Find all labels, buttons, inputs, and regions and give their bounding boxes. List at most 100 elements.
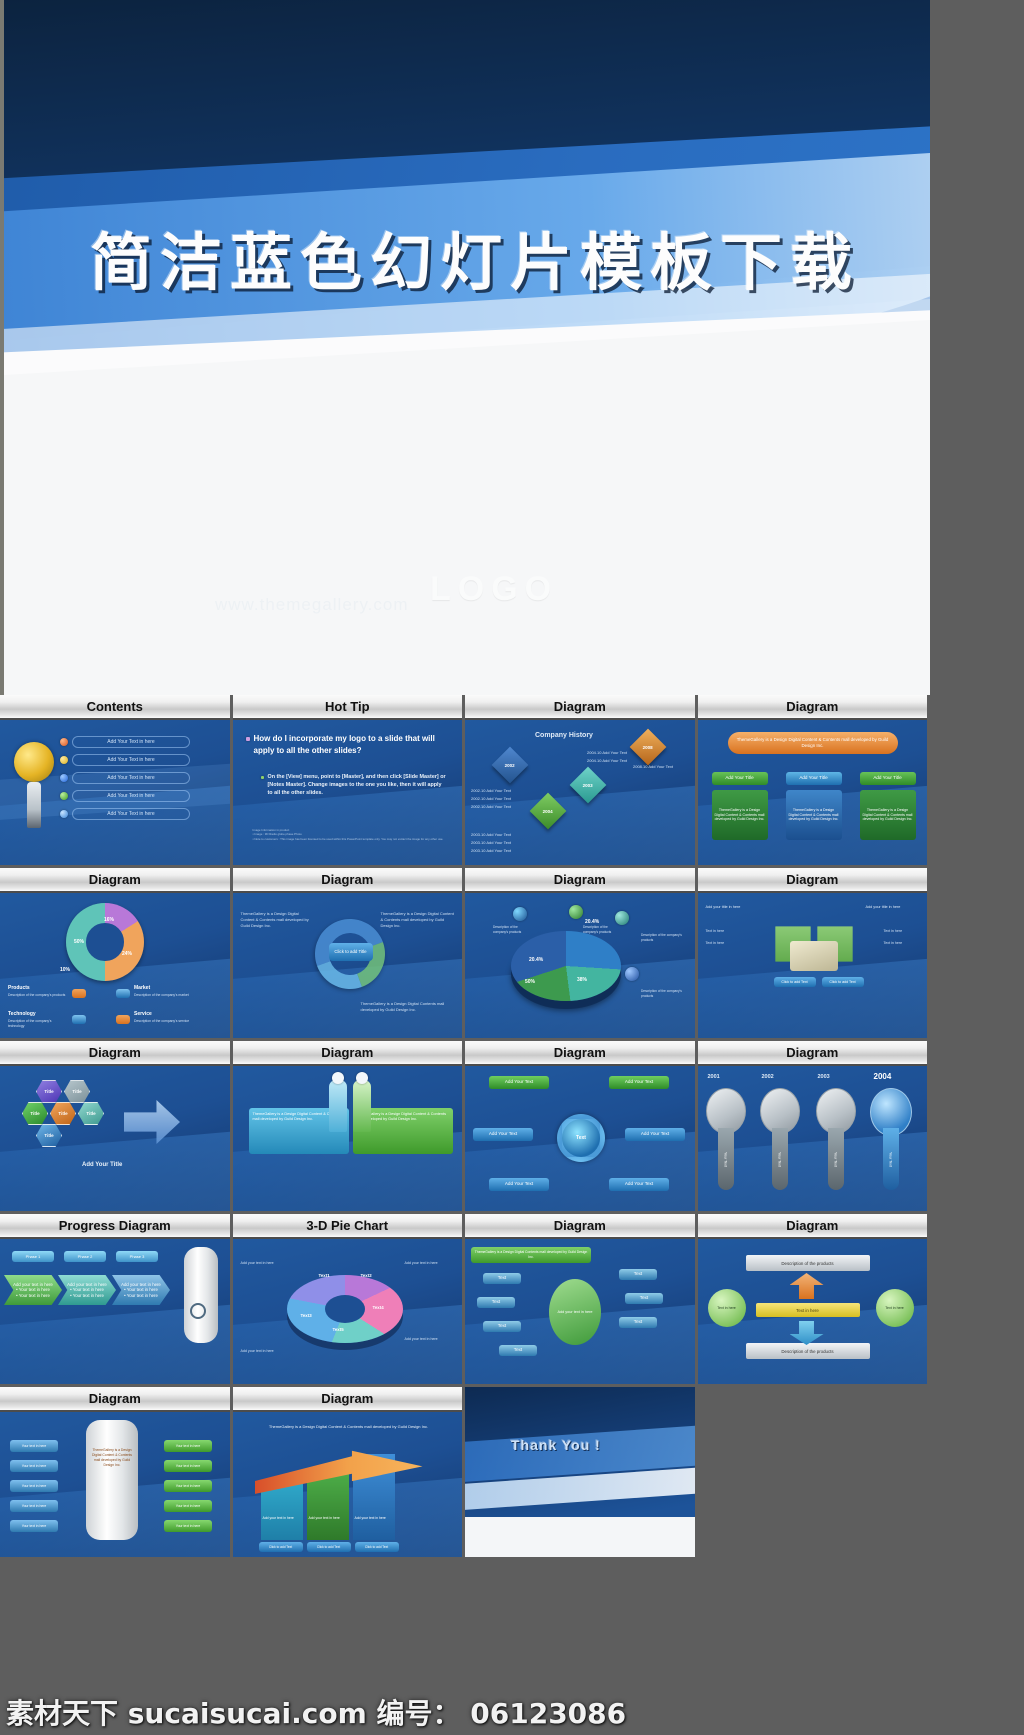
hex-cell[interactable]: Title bbox=[22, 1102, 48, 1125]
grid-row: Progress Diagram Phase 1 Phase 2 Phase 3… bbox=[0, 1214, 930, 1387]
pillar-right-item[interactable]: Your text in here bbox=[164, 1520, 212, 1532]
slide-thumb-hex[interactable]: Title Title Title Title Title Title Add … bbox=[0, 1066, 230, 1211]
pillar-left-item[interactable]: Your text in here bbox=[10, 1440, 58, 1452]
donut-value: 50% bbox=[74, 939, 85, 945]
phase-tab[interactable]: Phase 3 bbox=[116, 1251, 158, 1262]
legend-desc: Description of the company's products bbox=[8, 993, 66, 997]
slide-cell-pillar[interactable]: Diagram ThemeGallery is a Design Digital… bbox=[0, 1387, 233, 1560]
arrow-button[interactable]: Click to add Text bbox=[821, 977, 864, 987]
slide-thumb-thank-you[interactable]: Thank You ! bbox=[465, 1387, 695, 1557]
tree-leaf[interactable]: Text bbox=[625, 1293, 663, 1304]
slide-thumb-arrows4[interactable]: Add your title in here Add your title in… bbox=[697, 893, 927, 1038]
hex-cell[interactable]: Title bbox=[78, 1102, 104, 1125]
tree-leaf[interactable]: Text bbox=[483, 1321, 521, 1332]
phase-tab[interactable]: Phase 1 bbox=[12, 1251, 54, 1262]
slide-cell-progress[interactable]: Progress Diagram Phase 1 Phase 2 Phase 3… bbox=[0, 1214, 233, 1387]
slide-thumb-timeline[interactable]: 2001 2002 2003 2004 Your Text Your Text bbox=[697, 1066, 927, 1211]
slide-cell-cycle[interactable]: Diagram ThemeGallery is a Design Digital… bbox=[232, 868, 465, 1041]
slide-thumb-orgchart[interactable]: ThemeGallery is a Design Digital Content… bbox=[697, 720, 927, 865]
pillar-right-item[interactable]: Your text in here bbox=[164, 1460, 212, 1472]
tree-leaf[interactable]: Text bbox=[619, 1269, 657, 1280]
tree-leaf[interactable]: Text bbox=[477, 1297, 515, 1308]
list-item[interactable]: Add Your Text in here bbox=[72, 772, 190, 784]
slide-cell-opposing[interactable]: Diagram Description of the products Desc… bbox=[697, 1214, 930, 1387]
pie-note: Add your text in here bbox=[240, 1261, 274, 1265]
list-item[interactable]: Add Your Text in here bbox=[72, 808, 190, 820]
org-body: ThemeGallery is a Design Digital Content… bbox=[711, 790, 768, 840]
cycle-center-button[interactable]: Click to add Title bbox=[328, 943, 373, 961]
opposing-bar[interactable]: Description of the products bbox=[745, 1255, 870, 1271]
slide-thumb-company-history[interactable]: Company History 2002 2003 2004 2008 2002… bbox=[465, 720, 695, 865]
slide-thumb-twopanel[interactable]: ThemeGallery is a Design Digital Content… bbox=[232, 1066, 462, 1211]
slide-cell-tree[interactable]: Diagram ThemeGallery is a Design Digital… bbox=[465, 1214, 698, 1387]
hub-box[interactable]: Add Your Text bbox=[625, 1128, 685, 1141]
slide-cell-company-history[interactable]: Diagram Company History 2002 2003 2004 2… bbox=[465, 695, 698, 868]
growth-button[interactable]: Click to add Text bbox=[258, 1542, 303, 1552]
tree-leaf[interactable]: Text bbox=[619, 1317, 657, 1328]
growth-button[interactable]: Click to add Text bbox=[306, 1542, 351, 1552]
hex-cell[interactable]: Title bbox=[36, 1124, 62, 1147]
list-item[interactable]: Add Your Text in here bbox=[72, 754, 190, 766]
slide-cell-donut[interactable]: Diagram 50% 24% 16% 10% Products Descrip… bbox=[0, 868, 233, 1041]
slide-thumb-pillar[interactable]: ThemeGallery is a Design Digital Content… bbox=[0, 1412, 230, 1557]
slide-cell-twopanel[interactable]: Diagram ThemeGallery is a Design Digital… bbox=[232, 1041, 465, 1214]
org-title[interactable]: Add Your Title bbox=[785, 772, 842, 785]
tree-leaf[interactable]: Text bbox=[483, 1273, 521, 1284]
hub-box[interactable]: Add Your Text bbox=[473, 1128, 533, 1141]
slide-cell-arrows4[interactable]: Diagram Add your title in here Add your … bbox=[697, 868, 930, 1041]
opposing-circle[interactable]: Text in here bbox=[707, 1289, 746, 1327]
slide-thumb-hub[interactable]: Add Your Text Add Your Text Add Your Tex… bbox=[465, 1066, 695, 1211]
slide-cell-hot-tip[interactable]: Hot Tip How do I incorporate my logo to … bbox=[232, 695, 465, 868]
slide-thumb-tree[interactable]: ThemeGallery is a Design Digital Content… bbox=[465, 1239, 695, 1384]
slide-cell-timeline[interactable]: Diagram 2001 2002 2003 2004 Your Text Yo… bbox=[697, 1041, 930, 1214]
slide-cell-hub[interactable]: Diagram Add Your Text Add Your Text Add … bbox=[465, 1041, 698, 1214]
arrow-button[interactable]: Click to add Text bbox=[773, 977, 816, 987]
hex-cell[interactable]: Title bbox=[50, 1102, 76, 1125]
slide-thumb-hot-tip[interactable]: How do I incorporate my logo to a slide … bbox=[232, 720, 462, 865]
org-title[interactable]: Add Your Title bbox=[711, 772, 768, 785]
hex-cell[interactable]: Title bbox=[36, 1080, 62, 1103]
slide-thumb-pie3d[interactable]: 50% 20.4% 20.4% 38% Description of the c… bbox=[465, 893, 695, 1038]
slide-cell-3d-pie-chart[interactable]: 3-D Pie Chart Text1 Text2 Text3 Text4 Te… bbox=[232, 1214, 465, 1387]
pillar-left-item[interactable]: Your text in here bbox=[10, 1520, 58, 1532]
growth-button[interactable]: Click to add Text bbox=[354, 1542, 399, 1552]
tree-leaf[interactable]: Text bbox=[499, 1345, 537, 1356]
hub-box[interactable]: Add Your Text bbox=[609, 1178, 669, 1191]
slide-cell-growth[interactable]: Diagram ThemeGallery is a Design Digital… bbox=[232, 1387, 465, 1560]
slide-cell-hex[interactable]: Diagram Title Title Title Title Title Ti… bbox=[0, 1041, 233, 1214]
hub-box[interactable]: Add Your Text bbox=[489, 1076, 549, 1089]
slide-cell-pie3d[interactable]: Diagram 50% 20.4% 20.4% 38% Description … bbox=[465, 868, 698, 1041]
hub-box[interactable]: Add Your Text bbox=[609, 1076, 669, 1089]
side-text: Text in here bbox=[705, 929, 725, 933]
slide-thumb-cycle[interactable]: ThemeGallery is a Design Digital Content… bbox=[232, 893, 462, 1038]
opposing-circle[interactable]: Text in here bbox=[875, 1289, 914, 1327]
pillar-left-item[interactable]: Your text in here bbox=[10, 1460, 58, 1472]
tree-top-box[interactable]: ThemeGallery is a Design Digital Content… bbox=[471, 1247, 591, 1263]
list-item[interactable]: Add Your Text in here bbox=[72, 736, 190, 748]
org-top-box[interactable]: ThemeGallery is a Design Digital Content… bbox=[727, 732, 898, 754]
slide-thumb-opposing[interactable]: Description of the products Description … bbox=[697, 1239, 927, 1384]
slide-cell-thank-you[interactable]: Thank You ! bbox=[465, 1387, 698, 1560]
list-item[interactable]: Add Your Text in here bbox=[72, 790, 190, 802]
arrow-label: Add your title in here bbox=[705, 905, 741, 909]
slide-thumb-3d-pie-chart[interactable]: Text1 Text2 Text3 Text4 Text5 Add your t… bbox=[232, 1239, 462, 1384]
slide-cell-contents[interactable]: Contents Add Your Text in here Add Your … bbox=[0, 695, 233, 868]
pillar-left-item[interactable]: Your text in here bbox=[10, 1500, 58, 1512]
phase-tab[interactable]: Phase 2 bbox=[64, 1251, 106, 1262]
opposing-bar[interactable]: Description of the products bbox=[745, 1343, 870, 1359]
hex-cell[interactable]: Title bbox=[64, 1080, 90, 1103]
hub-box[interactable]: Add Your Text bbox=[489, 1178, 549, 1191]
org-title[interactable]: Add Your Title bbox=[859, 772, 916, 785]
pillar-right-item[interactable]: Your text in here bbox=[164, 1480, 212, 1492]
slide-thumb-donut[interactable]: 50% 24% 16% 10% Products Description of … bbox=[0, 893, 230, 1038]
slide-thumb-contents[interactable]: Add Your Text in here Add Your Text in h… bbox=[0, 720, 230, 865]
slide-cell-orgchart[interactable]: Diagram ThemeGallery is a Design Digital… bbox=[697, 695, 930, 868]
slide-thumb-growth[interactable]: ThemeGallery is a Design Digital Content… bbox=[232, 1412, 462, 1557]
slide-caption: Diagram bbox=[0, 1041, 230, 1066]
year-label: 2003 bbox=[582, 782, 594, 788]
pillar-right-item[interactable]: Your text in here bbox=[164, 1500, 212, 1512]
slide-thumb-progress[interactable]: Phase 1 Phase 2 Phase 3 Add your text in… bbox=[0, 1239, 230, 1384]
mid-bar[interactable]: Text in here bbox=[755, 1303, 860, 1317]
pillar-left-item[interactable]: Your text in here bbox=[10, 1480, 58, 1492]
pillar-right-item[interactable]: Your text in here bbox=[164, 1440, 212, 1452]
